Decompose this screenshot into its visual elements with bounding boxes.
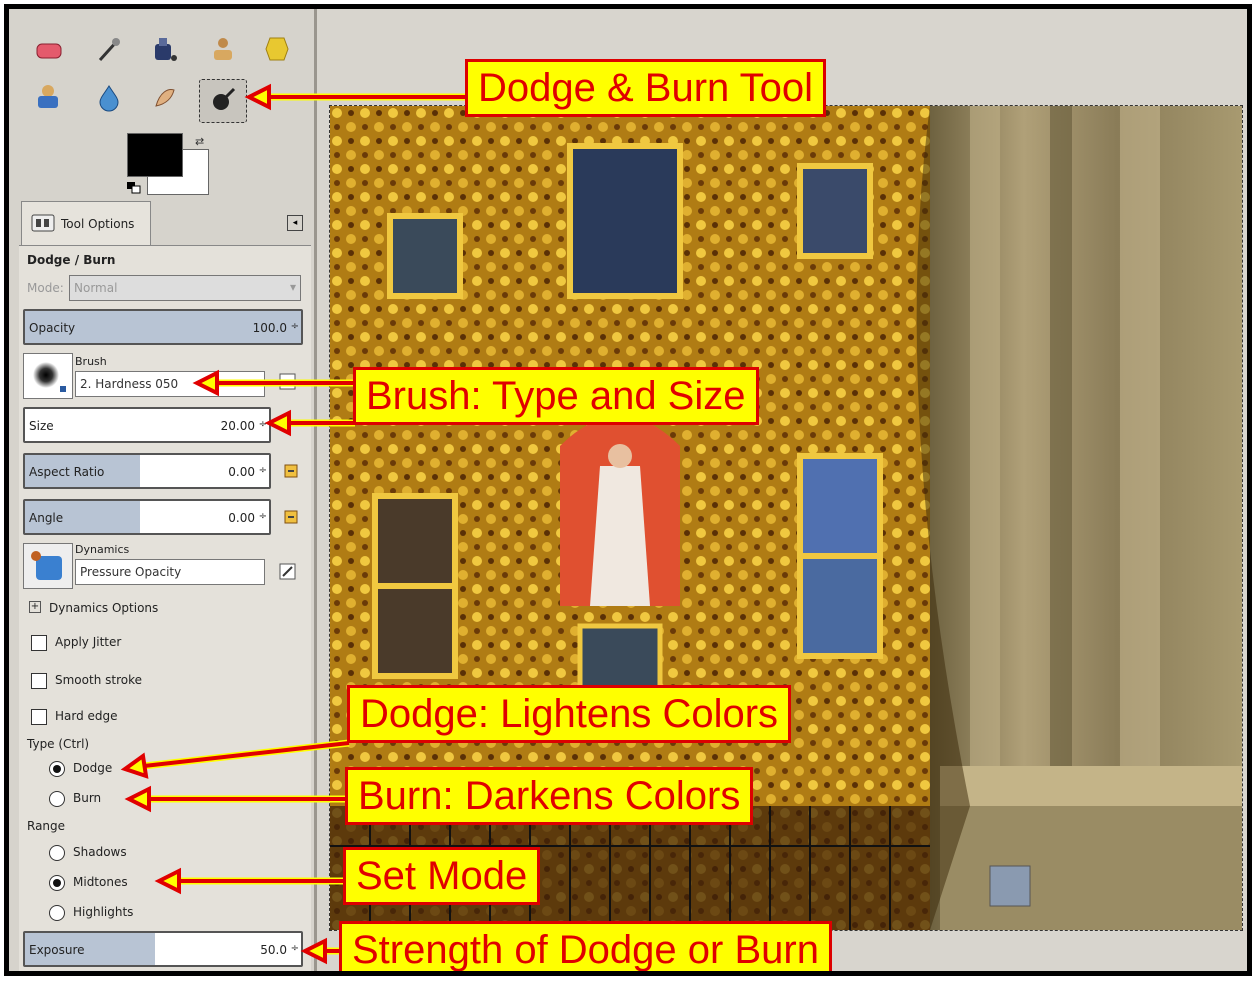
callout-strength: Strength of Dodge or Burn [339, 921, 832, 971]
callout-brush: Brush: Type and Size [353, 367, 759, 425]
callout-set-mode: Set Mode [343, 847, 541, 905]
callout-dodge-burn-tool: Dodge & Burn Tool [465, 59, 827, 117]
gimp-window: ⇄ Tool Options ◂ Dodge / Burn Mode: Norm… [4, 4, 1252, 976]
callout-dodge: Dodge: Lightens Colors [347, 685, 792, 743]
annotation-arrows [120, 83, 467, 965]
callout-burn: Burn: Darkens Colors [345, 767, 754, 825]
